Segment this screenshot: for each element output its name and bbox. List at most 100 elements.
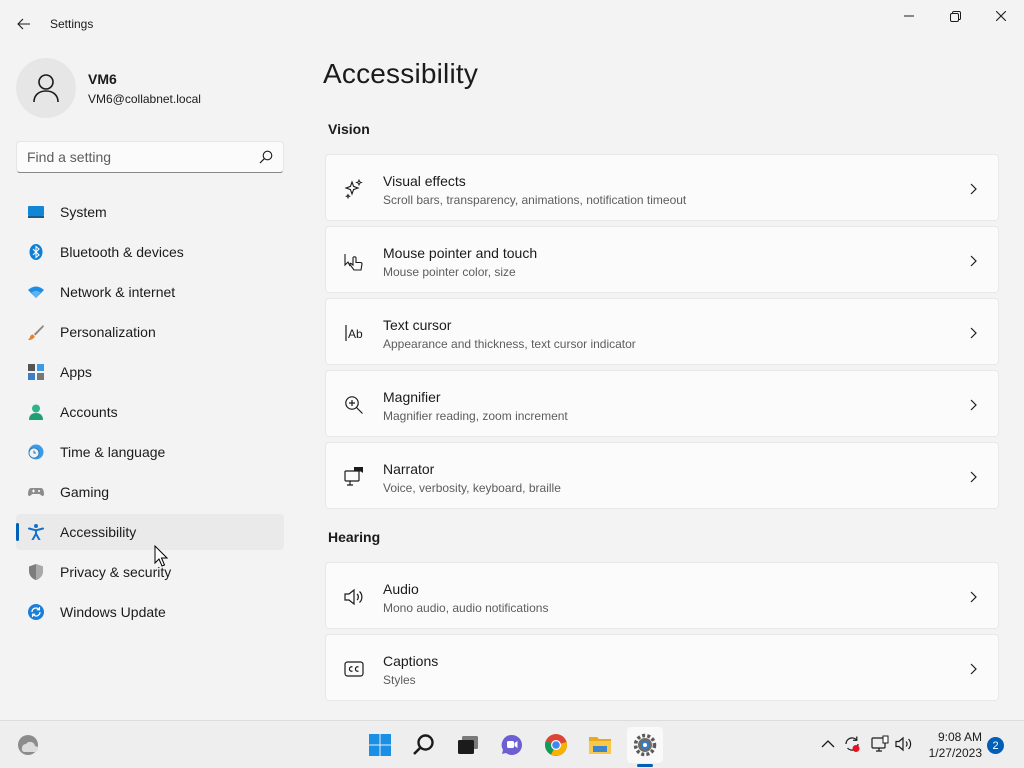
tray-sync-button[interactable] — [843, 735, 861, 753]
task-view-icon — [458, 736, 478, 754]
setting-card-text-cursor[interactable]: Ab Text cursor Appearance and thickness,… — [325, 298, 999, 365]
sidebar-item-windows-update[interactable]: Windows Update — [16, 594, 284, 630]
svg-text:Ab: Ab — [348, 327, 363, 341]
sidebar-item-personalization[interactable]: Personalization — [16, 314, 284, 350]
sidebar-item-label: System — [60, 204, 107, 220]
active-app-indicator — [637, 764, 653, 767]
card-title: Visual effects — [383, 173, 466, 189]
sidebar-item-apps[interactable]: Apps — [16, 354, 284, 390]
shield-icon — [29, 564, 43, 580]
speaker-icon — [344, 588, 363, 606]
sidebar-item-label: Gaming — [60, 484, 110, 500]
sidebar-item-label: Network & internet — [60, 284, 176, 300]
sidebar-item-label: Accounts — [60, 404, 118, 420]
sidebar-item-label: Personalization — [60, 324, 156, 340]
chevron-up-icon — [821, 740, 835, 748]
sidebar-item-label: Time & language — [60, 444, 166, 460]
restore-button[interactable] — [932, 0, 978, 32]
chevron-right-icon — [970, 183, 977, 195]
clock-date: 1/27/2023 — [928, 746, 982, 760]
volume-icon — [895, 736, 912, 752]
chrome-icon — [545, 734, 567, 756]
notification-badge[interactable]: 2 — [987, 737, 1004, 754]
nav-list: System Bluetooth & devices Network & int… — [16, 194, 284, 634]
restore-icon — [949, 10, 961, 22]
sidebar-item-label: Windows Update — [60, 604, 166, 620]
sidebar-item-label: Bluetooth & devices — [60, 244, 184, 260]
setting-card-magnifier[interactable]: Magnifier Magnifier reading, zoom increm… — [325, 370, 999, 437]
setting-card-captions[interactable]: Captions Styles — [325, 634, 999, 701]
section-title-hearing: Hearing — [328, 529, 381, 545]
sidebar-item-time-language[interactable]: Time & language — [16, 434, 284, 470]
tray-volume-button[interactable] — [895, 735, 913, 753]
taskbar-file-explorer-button[interactable] — [582, 727, 618, 763]
text-cursor-icon: Ab — [345, 325, 363, 341]
chevron-right-icon — [970, 663, 977, 675]
setting-card-visual-effects[interactable]: Visual effects Scroll bars, transparency… — [325, 154, 999, 221]
pointer-touch-icon — [344, 254, 363, 271]
teams-chat-icon — [501, 734, 522, 755]
card-title: Mouse pointer and touch — [383, 245, 538, 261]
sidebar: VM6 VM6@collabnet.local System Bluetooth… — [0, 48, 300, 720]
apps-icon — [28, 364, 44, 380]
section-title-vision: Vision — [328, 121, 370, 137]
minimize-button[interactable] — [886, 0, 932, 32]
sidebar-item-network[interactable]: Network & internet — [16, 274, 284, 310]
search-input[interactable] — [17, 142, 253, 172]
brush-icon — [28, 325, 44, 340]
gamepad-icon — [28, 488, 44, 496]
page-title: Accessibility — [323, 58, 479, 89]
back-arrow-icon — [17, 18, 30, 30]
sync-icon — [845, 736, 860, 752]
card-description: Appearance and thickness, text cursor in… — [383, 337, 636, 351]
title-bar: Settings — [0, 0, 1024, 48]
minimize-icon — [904, 15, 914, 17]
start-icon — [369, 734, 391, 756]
sidebar-item-gaming[interactable]: Gaming — [16, 474, 284, 510]
chevron-right-icon — [970, 399, 977, 411]
show-hidden-icons-button[interactable] — [819, 735, 837, 753]
file-explorer-icon — [589, 737, 611, 754]
card-description: Styles — [383, 673, 416, 687]
tray-network-button[interactable] — [871, 735, 889, 753]
taskbar-start-button[interactable] — [362, 727, 398, 763]
sidebar-item-label: Accessibility — [60, 524, 137, 540]
card-description: Magnifier reading, zoom increment — [383, 409, 568, 423]
settings-icon — [633, 733, 657, 757]
search-box[interactable] — [16, 141, 284, 173]
person-icon — [33, 74, 59, 103]
mouse-cursor-icon — [154, 545, 168, 567]
card-description: Scroll bars, transparency, animations, n… — [383, 193, 687, 207]
sidebar-item-system[interactable]: System — [16, 194, 284, 230]
taskbar-clock[interactable]: 9:08 AM 1/27/2023 — [914, 729, 982, 761]
accounts-icon — [29, 404, 43, 420]
system-icon — [28, 206, 44, 218]
user-profile[interactable]: VM6 VM6@collabnet.local — [16, 58, 296, 118]
taskbar-task-view-button[interactable] — [450, 727, 486, 763]
clock-time: 9:08 AM — [937, 730, 982, 744]
captions-icon — [344, 661, 364, 677]
setting-card-narrator[interactable]: Narrator Voice, verbosity, keyboard, bra… — [325, 442, 999, 509]
card-title: Magnifier — [383, 389, 441, 405]
setting-card-audio[interactable]: Audio Mono audio, audio notifications — [325, 562, 999, 629]
sidebar-item-accounts[interactable]: Accounts — [16, 394, 284, 430]
taskbar-search-button[interactable] — [406, 727, 442, 763]
chevron-right-icon — [970, 471, 977, 483]
window-title: Settings — [50, 17, 94, 31]
taskbar-chat-button[interactable] — [494, 727, 530, 763]
setting-card-mouse-pointer[interactable]: Mouse pointer and touch Mouse pointer co… — [325, 226, 999, 293]
sidebar-item-bluetooth[interactable]: Bluetooth & devices — [16, 234, 284, 270]
wifi-icon — [28, 286, 44, 298]
search-icon[interactable] — [259, 150, 273, 164]
taskbar-weather-button[interactable] — [10, 727, 46, 763]
taskbar-settings-button[interactable] — [627, 727, 663, 763]
taskbar-chrome-button[interactable] — [538, 727, 574, 763]
profile-name: VM6 — [88, 71, 117, 87]
close-button[interactable] — [978, 0, 1024, 32]
sidebar-item-accessibility[interactable]: Accessibility — [16, 514, 284, 550]
narrator-icon — [344, 467, 363, 486]
avatar[interactable] — [16, 58, 76, 118]
back-button[interactable] — [8, 8, 40, 40]
chevron-right-icon — [970, 591, 977, 603]
sidebar-item-privacy[interactable]: Privacy & security — [16, 554, 284, 590]
